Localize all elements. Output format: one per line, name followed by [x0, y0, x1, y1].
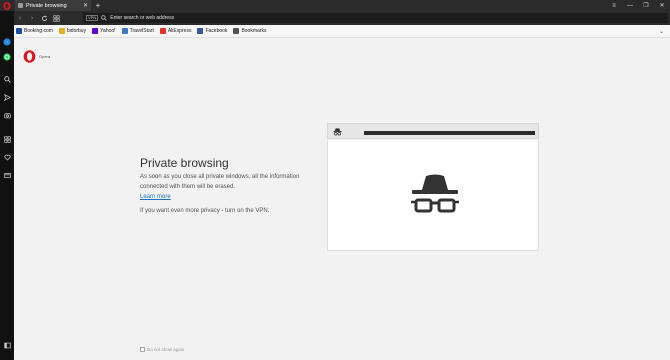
bookmark-label: bidorbuy [66, 28, 87, 34]
opera-menu-button[interactable] [0, 0, 13, 11]
sidebar [0, 11, 14, 360]
private-browsing-page: Opera Private browsing As soon as you cl… [14, 39, 670, 360]
bookmarks-folder-icon [233, 28, 240, 34]
navigation-bar: ‹ › VPN [14, 11, 670, 25]
vpn-badge[interactable]: VPN [86, 15, 99, 21]
bookmarks-sidebar-button[interactable] [0, 151, 14, 163]
bookmark-item[interactable]: TravelStart [121, 28, 154, 34]
bookmark-label: Yahoo! [100, 28, 116, 34]
flow-button[interactable] [0, 91, 14, 103]
booking-icon [16, 28, 22, 34]
whatsapp-button[interactable] [0, 51, 14, 63]
address-input[interactable] [110, 15, 411, 21]
whatsapp-icon [3, 53, 11, 61]
bookmark-label: TravelStart [129, 28, 154, 34]
bookmark-label: AliExpress [167, 28, 192, 34]
bookmark-label: Bookmarks [241, 28, 267, 34]
bookmark-item[interactable]: Facebook [197, 28, 227, 34]
forward-button[interactable]: › [26, 11, 38, 25]
address-bar[interactable]: VPN [83, 13, 668, 23]
camera-icon [3, 112, 11, 118]
easy-setup-icon[interactable]: ≡ [606, 0, 622, 11]
dont-show-again-label: Do not show again [147, 347, 185, 352]
search-icon [101, 15, 107, 21]
close-window-button[interactable]: ✕ [654, 0, 670, 11]
bookmark-label: Booking.com [24, 28, 53, 34]
history-button[interactable] [0, 169, 14, 181]
bookmark-item[interactable]: Yahoo! [92, 28, 116, 34]
send-icon [3, 93, 11, 101]
dont-show-again-option[interactable]: Do not show again [140, 347, 184, 352]
travelstart-icon [121, 28, 128, 34]
description-text: As soon as you close all private windows… [140, 174, 300, 190]
tab-close-icon[interactable]: ✕ [83, 2, 88, 9]
chevron-down-icon[interactable]: ⌄ [659, 28, 664, 35]
private-browser-illustration [327, 123, 539, 251]
opera-logo-icon [23, 50, 36, 63]
facebook-icon [197, 28, 204, 34]
bookmarks-bar: Booking.com bidorbuy Yahoo! TravelStart … [14, 25, 670, 38]
messenger-button[interactable] [0, 36, 14, 48]
reload-button[interactable] [38, 11, 50, 25]
back-button[interactable]: ‹ [14, 11, 26, 25]
yahoo-icon [92, 28, 99, 34]
minimize-button[interactable]: — [622, 0, 638, 11]
bidorbuy-icon [58, 28, 65, 34]
tab-private-browsing[interactable]: Private browsing ✕ [15, 0, 91, 11]
speed-dial-button[interactable] [50, 11, 62, 25]
speed-dial-sidebar-button[interactable] [0, 133, 14, 145]
page-title: Private browsing [140, 156, 229, 170]
illustration-page [327, 140, 539, 251]
incognito-hat-glasses-icon [411, 174, 459, 213]
messenger-icon [3, 38, 11, 46]
history-icon [3, 172, 11, 178]
heart-icon [3, 154, 11, 160]
search-sidebar-button[interactable] [0, 73, 14, 85]
new-tab-button[interactable]: + [93, 0, 103, 11]
grid-icon [3, 135, 11, 143]
maximize-button[interactable]: ❐ [638, 0, 654, 11]
bookmark-label: Facebook [205, 28, 228, 34]
title-bar: Private browsing ✕ + ≡ — ❐ ✕ [0, 0, 670, 11]
opera-brand: Opera [23, 50, 50, 63]
grid-icon [52, 14, 60, 22]
opera-logo-icon [2, 1, 11, 10]
aliexpress-icon [159, 28, 166, 34]
sidebar-toggle-icon [3, 342, 11, 348]
illustration-address-bar [364, 131, 535, 135]
bookmark-item[interactable]: AliExpress [159, 28, 192, 34]
brand-name: Opera [39, 54, 51, 59]
reload-icon [41, 15, 47, 21]
sidebar-toggle-button[interactable] [0, 339, 14, 351]
vpn-hint-text: If you want even more privacy - turn on … [140, 208, 270, 214]
bookmark-item[interactable]: bidorbuy [58, 28, 87, 34]
dont-show-again-checkbox[interactable] [140, 347, 145, 352]
illustration-toolbar [327, 123, 539, 139]
bookmark-item[interactable]: Bookmarks [233, 28, 266, 34]
bookmark-item[interactable]: Booking.com [16, 28, 53, 34]
learn-more-link[interactable]: Learn more [140, 194, 171, 200]
search-icon [3, 75, 11, 83]
tab-title: Private browsing [26, 2, 67, 9]
private-tab-icon [18, 3, 23, 8]
incognito-icon [333, 128, 342, 136]
snapshot-button[interactable] [0, 109, 14, 121]
window-controls: ≡ — ❐ ✕ [606, 0, 670, 11]
